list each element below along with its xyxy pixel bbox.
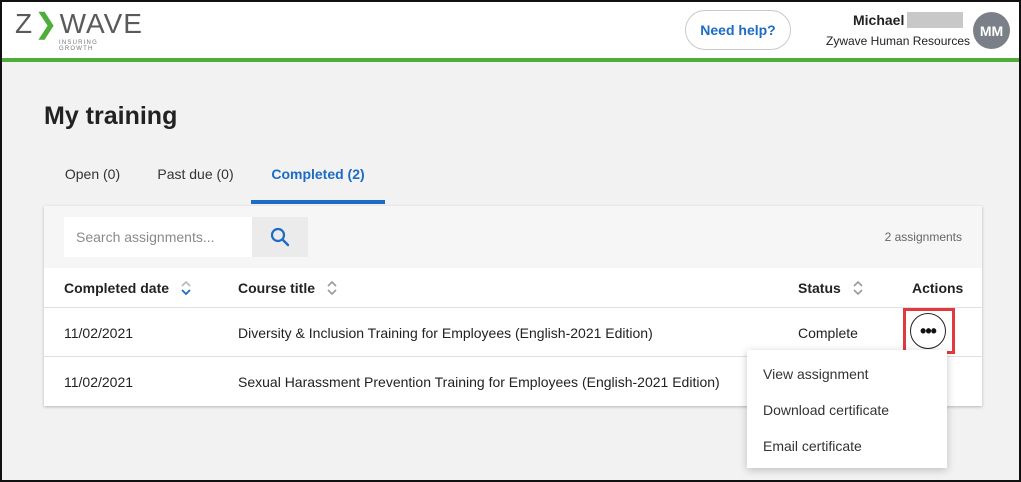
actions-dropdown-menu: View assignment Download certificate Ema… (747, 350, 947, 468)
user-first-name: Michael (853, 12, 905, 28)
column-label: Completed date (64, 280, 170, 296)
need-help-button[interactable]: Need help? (685, 10, 791, 50)
column-label: Actions (912, 280, 964, 296)
user-organization: Zywave Human Resources (826, 34, 971, 48)
page-title: My training (44, 102, 178, 130)
column-header-completed-date[interactable]: Completed date (64, 268, 191, 308)
logo-wordmark: Z ❯ WAVE (15, 8, 142, 39)
logo-letter-z: Z (15, 8, 34, 39)
course-title-cell[interactable]: Diversity & Inclusion Training for Emplo… (238, 308, 653, 357)
search-input[interactable] (64, 217, 252, 257)
ellipsis-icon: ••• (920, 321, 937, 341)
tab-open[interactable]: Open (0) (44, 152, 141, 204)
logo-letters-wave: WAVE (59, 8, 143, 39)
more-actions-button[interactable]: ••• (910, 313, 946, 349)
column-header-status[interactable]: Status (798, 268, 863, 308)
assignment-count: 2 assignments (884, 230, 962, 244)
sort-icon[interactable] (327, 280, 337, 296)
tab-past-due[interactable]: Past due (0) (141, 152, 250, 204)
header-accent-bar (2, 58, 1019, 62)
zywave-logo[interactable]: Z ❯ WAVE INSURING GROWTH (15, 8, 142, 53)
user-avatar[interactable]: MM (973, 12, 1010, 49)
logo-chevron-icon: ❯ (34, 8, 59, 39)
completed-date-cell: 11/02/2021 (64, 373, 134, 390)
logo-tagline: INSURING GROWTH (59, 40, 98, 52)
column-header-course-title[interactable]: Course title (238, 268, 337, 308)
menu-item-download-certificate[interactable]: Download certificate (747, 392, 947, 428)
completed-date-cell: 11/02/2021 (64, 324, 134, 341)
column-label: Status (798, 280, 841, 296)
sort-active-icon[interactable] (181, 280, 191, 296)
search-button[interactable] (252, 217, 308, 257)
redacted-last-name (907, 12, 963, 28)
tab-completed[interactable]: Completed (2) (251, 152, 385, 204)
menu-item-email-certificate[interactable]: Email certificate (747, 428, 947, 464)
app-window: Z ❯ WAVE INSURING GROWTH Need help? Michae… (0, 0, 1021, 482)
search-toolbar: 2 assignments (44, 206, 982, 268)
search-icon (270, 227, 290, 247)
column-label: Course title (238, 280, 316, 296)
course-title-cell[interactable]: Sexual Harassment Prevention Training fo… (238, 357, 720, 406)
sort-icon[interactable] (853, 280, 863, 296)
menu-item-view-assignment[interactable]: View assignment (747, 356, 947, 392)
top-header: Z ❯ WAVE INSURING GROWTH Need help? Michae… (2, 2, 1019, 60)
column-header-actions: Actions (912, 268, 963, 308)
